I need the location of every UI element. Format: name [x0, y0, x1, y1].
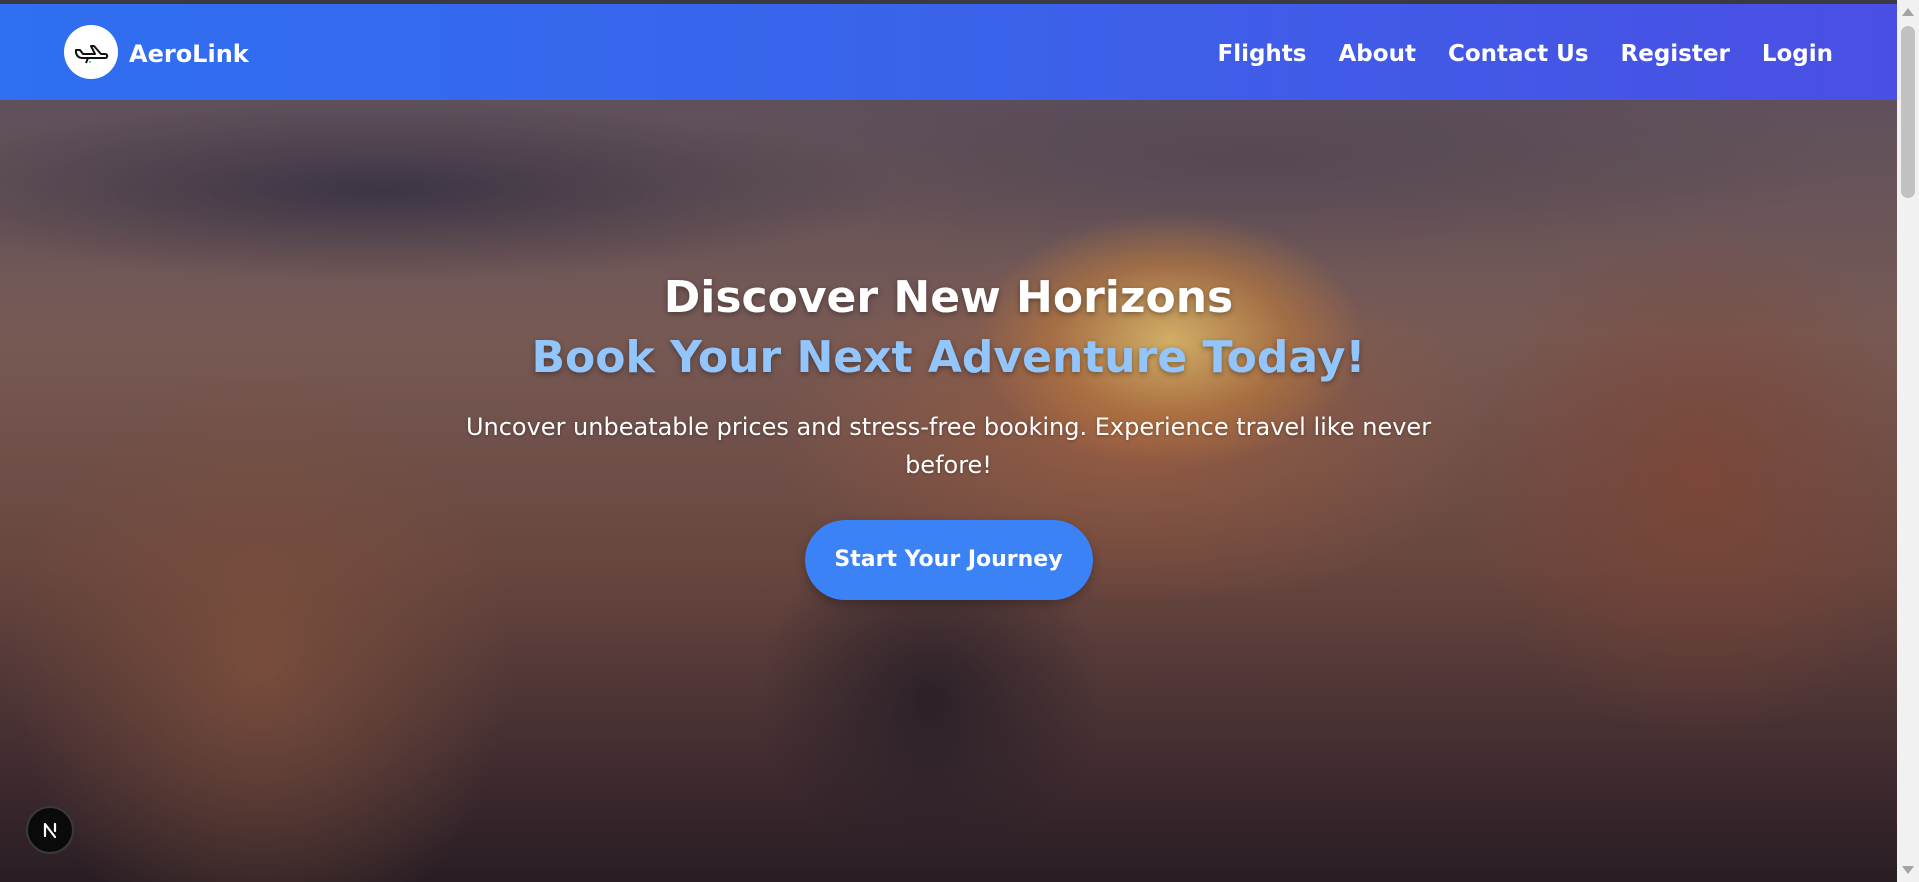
vertical-scrollbar[interactable]: [1897, 0, 1919, 882]
scroll-up-arrow-icon[interactable]: [1902, 8, 1914, 16]
hero-subtext: Uncover unbeatable prices and stress-fre…: [465, 413, 1432, 479]
hero-headline: Discover New Horizons Book Your Next Adv…: [0, 268, 1897, 388]
nextjs-dev-badge[interactable]: [26, 806, 74, 854]
nav-links: Flights About Contact Us Register Login: [1217, 40, 1833, 68]
landing-page: AeroLink Flights About Contact Us Regist…: [0, 0, 1919, 882]
scroll-down-arrow-icon[interactable]: [1902, 866, 1914, 874]
nav-link-register[interactable]: Register: [1621, 40, 1730, 68]
airplane-icon: [75, 45, 109, 64]
nextjs-logo-icon: [43, 822, 57, 839]
nav-link-about[interactable]: About: [1339, 40, 1416, 68]
nav-link-contact-us[interactable]: Contact Us: [1448, 40, 1589, 68]
scroll-thumb[interactable]: [1901, 26, 1915, 198]
brand-name[interactable]: AeroLink: [129, 39, 249, 69]
hero-headline-accent: Book Your Next Adventure Today!: [531, 332, 1366, 383]
start-journey-button[interactable]: Start Your Journey: [804, 520, 1093, 600]
hero-headline-main: Discover New Horizons: [663, 272, 1234, 323]
hero-content: Discover New Horizons Book Your Next Adv…: [0, 268, 1897, 600]
navbar: AeroLink Flights About Contact Us Regist…: [0, 4, 1897, 100]
nav-link-flights[interactable]: Flights: [1217, 40, 1306, 68]
logo[interactable]: [64, 25, 118, 79]
window-top-border: [0, 0, 1919, 4]
nav-link-login[interactable]: Login: [1762, 40, 1833, 68]
